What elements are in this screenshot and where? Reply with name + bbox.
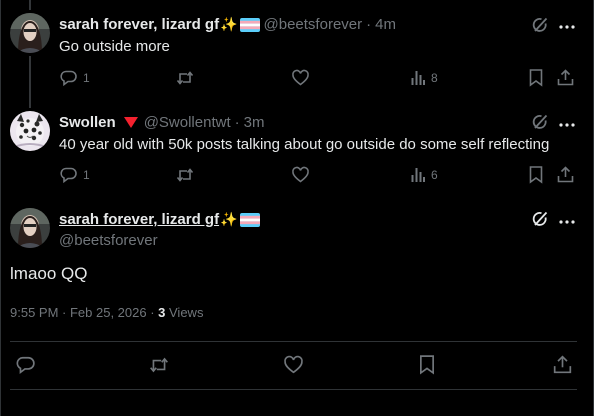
tweet1-reply-button[interactable]: 1 [60, 70, 90, 87]
reply-icon [16, 356, 35, 374]
share-icon [557, 166, 574, 183]
tweet1-reply-count: 1 [83, 71, 90, 85]
separator-dot: · [366, 16, 372, 33]
tweet2-header: Swollen @Swollentwt · 3m [59, 114, 264, 131]
tweet1-time[interactable]: 4m [375, 16, 396, 33]
main-views-count: 3 [158, 305, 166, 320]
views-icon [411, 168, 425, 182]
avatar-swollen[interactable] [10, 111, 50, 151]
tweet1-view-count: 8 [431, 70, 438, 85]
bookmark-icon [529, 69, 543, 87]
trans-flag-icon [239, 212, 260, 227]
tweet1-text: Go outside more [59, 38, 170, 55]
tweet2-time[interactable]: 3m [244, 114, 265, 131]
tweet2-share-button[interactable] [557, 166, 574, 183]
main-reply-button[interactable] [16, 356, 35, 374]
more-icon[interactable] [559, 116, 575, 127]
bookmark-icon [420, 355, 434, 375]
retweet-icon [150, 357, 168, 373]
share-icon [553, 355, 572, 374]
retweet-icon [176, 168, 194, 182]
red-triangle-badge-icon [123, 117, 138, 128]
thread-line-top [29, 0, 31, 10]
tweet1-retweet-button[interactable] [176, 70, 194, 86]
more-icon[interactable] [559, 18, 575, 29]
tweet1-bookmark-button[interactable] [529, 69, 543, 87]
main-share-button[interactable] [553, 355, 572, 374]
tweet1-views-button[interactable]: 8 [411, 70, 438, 85]
main-retweet-button[interactable] [149, 356, 169, 374]
tweet2-retweet-button[interactable] [176, 167, 194, 183]
views-icon [411, 71, 425, 85]
avatar-sarah[interactable] [10, 13, 50, 53]
avatar-main-sarah[interactable] [10, 208, 50, 248]
tweet2-bookmark-button[interactable] [529, 166, 543, 184]
trans-flag-icon [239, 17, 260, 32]
tweet2-views-button[interactable]: 6 [411, 167, 438, 182]
divider-top [10, 341, 577, 342]
reply-icon [60, 167, 77, 184]
main-tweet-meta: 9:55 PM · Feb 25, 2026 · 3 Views [10, 305, 203, 320]
conversation-thread: sarah forever, lizard gf ✨ @beetsforever… [0, 0, 594, 416]
grok-icon[interactable] [531, 210, 549, 233]
tweet2-text: 40 year old with 50k posts talking about… [59, 136, 550, 153]
bookmark-icon [529, 166, 543, 184]
tweet1-handle[interactable]: @beetsforever [264, 16, 363, 33]
tweet2-reply-count: 1 [83, 168, 90, 182]
grok-icon[interactable] [531, 16, 549, 39]
divider-bottom [10, 389, 577, 390]
share-icon [557, 69, 574, 86]
retweet-icon [176, 71, 194, 85]
more-icon[interactable] [559, 213, 575, 224]
sparkles-emoji-icon: ✨ [220, 16, 238, 32]
tweet1-share-button[interactable] [557, 69, 574, 86]
main-tweet-text: lmaoo QQ [10, 264, 88, 283]
thread-line-1 [29, 56, 31, 108]
separator-dot: · [234, 114, 240, 131]
like-icon [292, 69, 309, 86]
tweet1-display-name[interactable]: sarah forever, lizard gf [59, 16, 219, 33]
tweet2-reply-button[interactable]: 1 [60, 167, 90, 184]
tweet2-like-button[interactable] [292, 166, 309, 183]
main-display-name[interactable]: sarah forever, lizard gf [59, 211, 219, 228]
like-icon [292, 166, 309, 183]
tweet2-handle[interactable]: @Swollentwt [144, 114, 231, 131]
main-bookmark-button[interactable] [419, 355, 435, 375]
main-timestamp[interactable]: 9:55 PM · Feb 25, 2026 · [10, 305, 158, 320]
main-header: sarah forever, lizard gf ✨ [59, 211, 260, 228]
like-icon [284, 355, 303, 374]
main-views-label: Views [169, 305, 204, 320]
sparkles-emoji-icon: ✨ [220, 211, 238, 227]
main-like-button[interactable] [284, 355, 303, 374]
tweet1-header: sarah forever, lizard gf ✨ @beetsforever… [59, 16, 396, 33]
reply-icon [60, 70, 77, 87]
tweet2-view-count: 6 [431, 167, 438, 182]
grok-icon[interactable] [531, 113, 549, 136]
main-handle[interactable]: @beetsforever [59, 232, 158, 249]
tweet1-like-button[interactable] [292, 69, 309, 86]
tweet2-display-name[interactable]: Swollen [59, 114, 116, 131]
